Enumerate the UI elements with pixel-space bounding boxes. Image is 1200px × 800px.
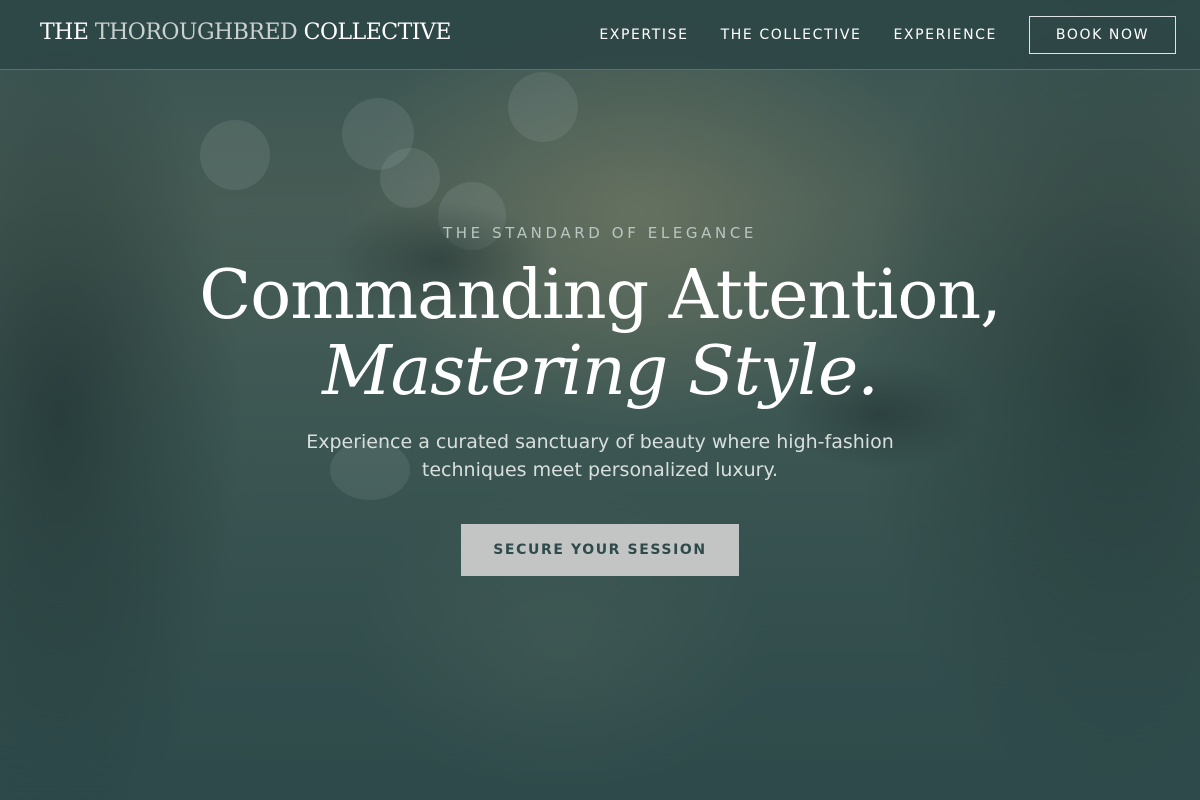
- brand-word-thoroughbred: THOROUGHBRED: [94, 20, 298, 45]
- brand-word-the: THE: [40, 20, 89, 45]
- hero-section: THE THOROUGHBRED COLLECTIVE EXPERTISE TH…: [0, 0, 1200, 800]
- headline-line-1: Commanding Attention,: [199, 256, 1002, 335]
- hero-headline: Commanding Attention, Mastering Style.: [0, 258, 1200, 410]
- nav-link-the-collective[interactable]: THE COLLECTIVE: [721, 16, 862, 54]
- hero-subtext: Experience a curated sanctuary of beauty…: [306, 431, 894, 481]
- top-navigation-bar: THE THOROUGHBRED COLLECTIVE EXPERTISE TH…: [0, 0, 1200, 70]
- nav-link-expertise[interactable]: EXPERTISE: [599, 16, 688, 54]
- brand-logo[interactable]: THE THOROUGHBRED COLLECTIVE: [40, 20, 451, 45]
- brand-word-collective: COLLECTIVE: [303, 20, 452, 45]
- secure-session-button[interactable]: SECURE YOUR SESSION: [461, 524, 739, 576]
- book-now-button[interactable]: BOOK NOW: [1029, 16, 1176, 54]
- headline-line-2: Mastering Style.: [322, 332, 879, 411]
- main-nav: EXPERTISE THE COLLECTIVE EXPERIENCE BOOK…: [599, 16, 1176, 54]
- nav-link-experience[interactable]: EXPERIENCE: [893, 16, 997, 54]
- hero-eyebrow: THE STANDARD OF ELEGANCE: [443, 224, 757, 242]
